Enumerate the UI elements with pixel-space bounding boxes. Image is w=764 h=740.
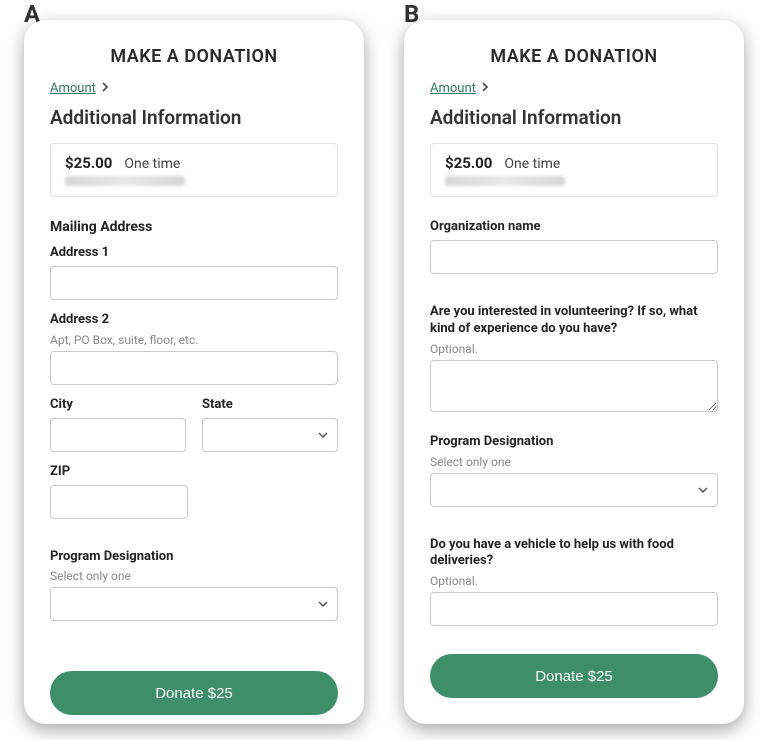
- mailing-address-heading: Mailing Address: [50, 219, 338, 235]
- program-designation-help: Select only one: [50, 569, 338, 583]
- volunteer-textarea[interactable]: [430, 360, 718, 412]
- chevron-right-icon: [100, 81, 110, 96]
- organization-name-label: Organization name: [430, 219, 718, 236]
- volunteer-optional: Optional.: [430, 342, 718, 356]
- zip-input[interactable]: [50, 485, 188, 519]
- breadcrumb-label: Amount: [430, 81, 476, 96]
- summary-frequency: One time: [504, 156, 560, 172]
- address1-input[interactable]: [50, 266, 338, 300]
- state-select[interactable]: [202, 418, 338, 452]
- program-designation-select[interactable]: [50, 587, 338, 621]
- section-heading: Additional Information: [50, 106, 338, 129]
- program-designation-label: Program Designation: [430, 434, 718, 451]
- address2-help: Apt, PO Box, suite, floor, etc.: [50, 333, 338, 347]
- vehicle-optional: Optional.: [430, 574, 718, 588]
- program-designation-help: Select only one: [430, 455, 718, 469]
- address1-label: Address 1: [50, 245, 338, 262]
- donation-card-b: MAKE A DONATION Amount Additional Inform…: [404, 20, 744, 724]
- address2-label: Address 2: [50, 312, 338, 329]
- breadcrumb-amount-link[interactable]: Amount: [430, 81, 490, 96]
- organization-name-input[interactable]: [430, 240, 718, 274]
- donate-button[interactable]: Donate $25: [50, 671, 338, 715]
- address2-input[interactable]: [50, 351, 338, 385]
- donate-button[interactable]: Donate $25: [430, 654, 718, 698]
- vehicle-question-label: Do you have a vehicle to help us with fo…: [430, 537, 718, 571]
- page-title: MAKE A DONATION: [430, 46, 718, 67]
- donation-summary: $25.00 One time: [50, 143, 338, 197]
- city-input[interactable]: [50, 418, 186, 452]
- chevron-right-icon: [480, 81, 490, 96]
- donation-card-a: MAKE A DONATION Amount Additional Inform…: [24, 20, 364, 724]
- volunteer-question-label: Are you interested in volunteering? If s…: [430, 304, 718, 338]
- zip-label: ZIP: [50, 464, 188, 481]
- summary-org-blurred: [65, 176, 185, 186]
- program-designation-label: Program Designation: [50, 549, 338, 566]
- city-label: City: [50, 397, 186, 414]
- program-designation-select[interactable]: [430, 473, 718, 507]
- breadcrumb-amount-link[interactable]: Amount: [50, 81, 110, 96]
- vehicle-input[interactable]: [430, 592, 718, 626]
- page-title: MAKE A DONATION: [50, 46, 338, 67]
- summary-amount: $25.00: [445, 154, 492, 172]
- state-label: State: [202, 397, 338, 414]
- donation-summary: $25.00 One time: [430, 143, 718, 197]
- summary-frequency: One time: [124, 156, 180, 172]
- summary-amount: $25.00: [65, 154, 112, 172]
- summary-org-blurred: [445, 176, 565, 186]
- section-heading: Additional Information: [430, 106, 718, 129]
- breadcrumb-label: Amount: [50, 81, 96, 96]
